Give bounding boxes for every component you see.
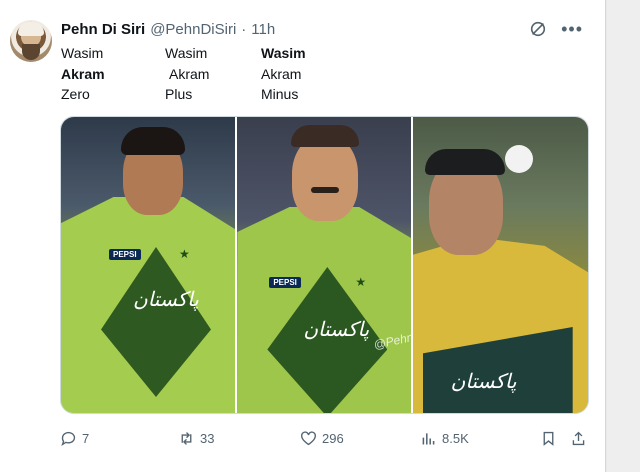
repost-icon: [181, 431, 192, 445]
user-handle[interactable]: @PehnDiSiri: [150, 21, 236, 38]
media-image-3[interactable]: پاکستان: [412, 117, 588, 413]
share-icon: [572, 431, 585, 445]
timestamp[interactable]: 11h: [251, 21, 275, 38]
jersey-logo: پاکستان: [133, 287, 199, 311]
pepsi-logo: PEPSI: [109, 249, 141, 260]
avatar[interactable]: [10, 20, 52, 62]
reply-count: 7: [82, 430, 90, 446]
player-face: [292, 135, 359, 221]
star-icon: ★: [179, 247, 190, 261]
reply-button[interactable]: 7: [60, 428, 89, 448]
views-icon: [422, 432, 435, 444]
text-cell: Akram: [169, 65, 210, 82]
player-moustache: [311, 187, 340, 193]
view-count: 8.5K: [442, 430, 469, 446]
text-cell: Akram: [261, 65, 302, 82]
text-line-2: Akram Akram Akram: [61, 64, 363, 85]
more-options-icon[interactable]: •••: [561, 20, 583, 38]
bookmark-icon: [543, 431, 554, 446]
text-cell: Plus: [165, 86, 193, 102]
cricket-ball: [504, 145, 533, 173]
text-cell: Akram: [61, 65, 105, 82]
media-image-1[interactable]: PEPSI ★ پاکستان: [61, 117, 236, 413]
tweet-actions: 7 33 296 8.5K: [60, 428, 590, 448]
separator-dot: ·: [241, 21, 247, 38]
repost-count: 33: [200, 430, 215, 446]
text-cell: Wasim: [165, 45, 208, 61]
player-hair: [291, 125, 360, 147]
tweet-text: Wasim Wasim Wasim Akram Akram Akram Zero…: [61, 43, 363, 105]
tweet-top-icons: •••: [529, 20, 583, 38]
heart-icon: [301, 430, 316, 445]
reply-icon: [61, 431, 76, 446]
avatar-turban: [18, 22, 44, 36]
grok-icon[interactable]: [529, 20, 547, 38]
repost-button[interactable]: 33: [178, 428, 214, 448]
text-line-3: Zero Plus Minus: [61, 84, 363, 105]
media-image-2[interactable]: PEPSI ★ پاکستان @PehnDiSiri: [237, 117, 411, 413]
jersey-logo: پاکستان: [450, 369, 517, 393]
text-cell: Wasim: [61, 45, 104, 61]
tweet-media-grid[interactable]: PEPSI ★ پاکستان PEPSI ★ پاکستان @PehnDiS…: [60, 116, 589, 414]
like-button[interactable]: 296: [300, 428, 344, 448]
text-cell: Zero: [61, 86, 90, 102]
views-button[interactable]: 8.5K: [420, 428, 469, 448]
share-button[interactable]: [570, 428, 587, 448]
bookmark-button[interactable]: [540, 428, 557, 448]
display-name[interactable]: Pehn Di Siri: [61, 21, 145, 38]
player-hair: [121, 127, 185, 155]
avatar-beard: [22, 44, 40, 60]
tweet-header: Pehn Di Siri @PehnDiSiri · 11h: [61, 21, 275, 38]
tweet-card[interactable]: Pehn Di Siri @PehnDiSiri · 11h ••• Wasim…: [0, 0, 606, 472]
page-background: [607, 0, 640, 472]
like-count: 296: [322, 430, 344, 446]
jersey-logo: پاکستان: [303, 317, 370, 341]
text-cell: Wasim: [261, 45, 306, 61]
star-icon: ★: [355, 275, 367, 289]
text-cell: Minus: [261, 86, 299, 102]
player-hair: [424, 149, 505, 175]
pepsi-logo: PEPSI: [269, 277, 301, 288]
text-line-1: Wasim Wasim Wasim: [61, 43, 363, 64]
